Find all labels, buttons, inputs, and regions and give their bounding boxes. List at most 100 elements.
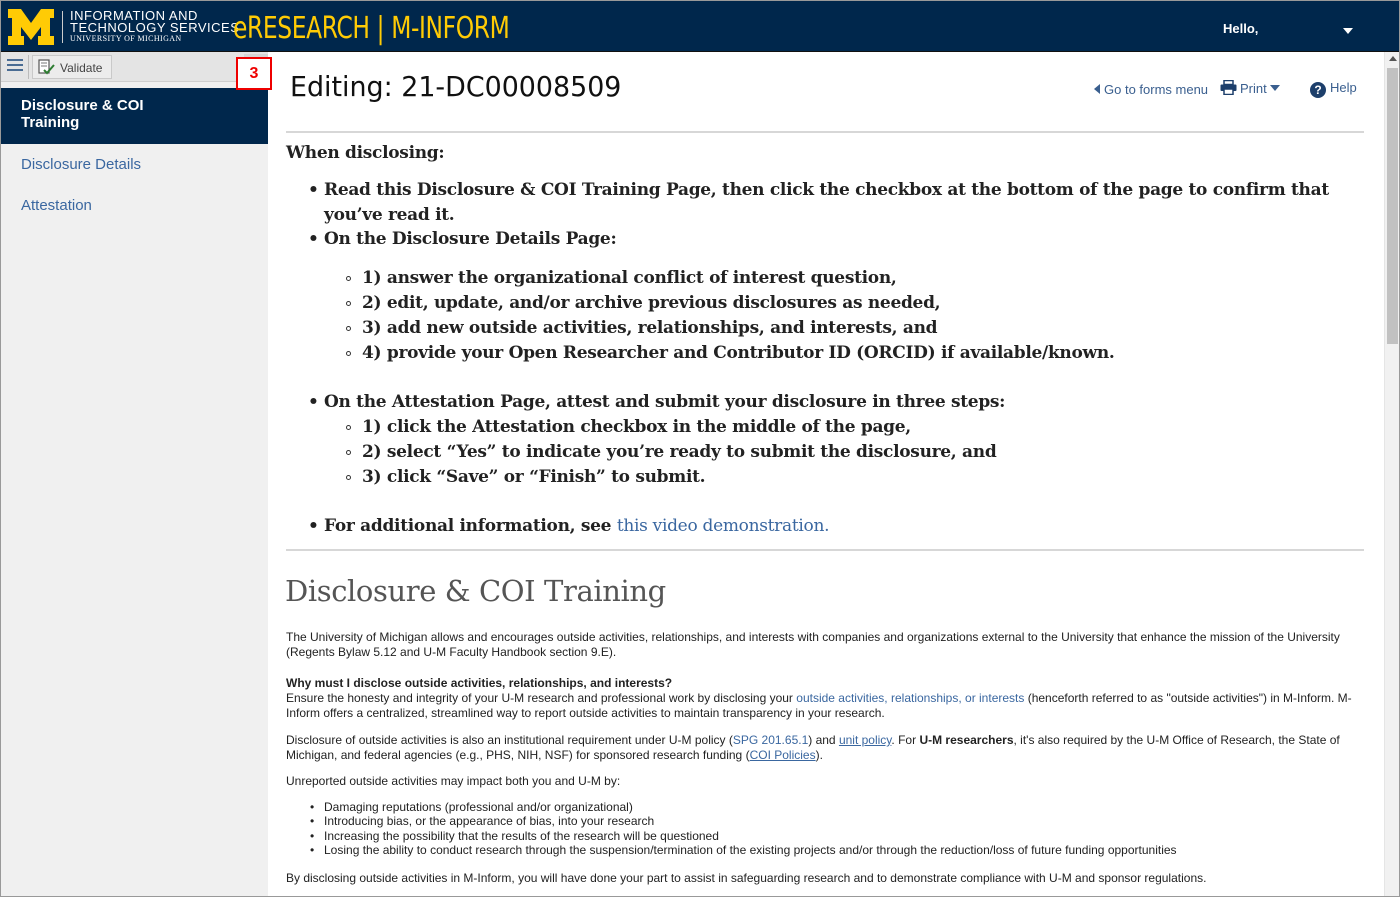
text: ). bbox=[815, 747, 823, 762]
help-label: Help bbox=[1330, 80, 1357, 95]
training-heading: Disclosure & COI Training bbox=[285, 574, 666, 608]
print-button[interactable]: Print bbox=[1220, 79, 1280, 96]
bullet-ring bbox=[346, 475, 351, 480]
instruction-text: On the Disclosure Details Page: bbox=[324, 229, 617, 249]
step-text: 2) select “Yes” to indicate you’re ready… bbox=[362, 442, 997, 462]
sidebar-toolbar: Validate « bbox=[1, 52, 269, 82]
attestation-step: 3) click “Save” or “Finish” to submit. bbox=[346, 465, 706, 490]
sidebar-item-label: Disclosure Details bbox=[21, 156, 142, 173]
bold-text: U-M researchers bbox=[919, 733, 1014, 747]
bullet-ring bbox=[346, 351, 351, 356]
coi-policies-link[interactable]: COI Policies bbox=[750, 748, 816, 762]
step-text: 3) click “Save” or “Finish” to submit. bbox=[362, 467, 706, 487]
details-step: 3) add new outside activities, relations… bbox=[346, 316, 938, 341]
toolbar-divider bbox=[28, 55, 29, 79]
training-paragraph: The University of Michigan allows and en… bbox=[286, 630, 1340, 659]
page-title: Editing: 21-DC00008509 bbox=[290, 70, 622, 103]
its-line-3: UNIVERSITY OF MICHIGAN bbox=[70, 34, 182, 43]
top-banner: INFORMATION AND TECHNOLOGY SERVICES UNIV… bbox=[0, 0, 1400, 52]
impact-list-item: • Introducing bias, or the appearance of … bbox=[310, 814, 655, 829]
bullet-dot: • bbox=[310, 800, 315, 814]
instruction-bullet: • On the Disclosure Details Page: bbox=[308, 227, 617, 252]
vertical-scrollbar[interactable] bbox=[1384, 52, 1400, 897]
instruction-bullet: • On the Attestation Page, attest and su… bbox=[308, 390, 1006, 415]
bullet-ring bbox=[346, 450, 351, 455]
scrollbar-thumb[interactable] bbox=[1387, 68, 1398, 344]
bullet-dot: • bbox=[308, 180, 319, 200]
bullet-dot: • bbox=[308, 516, 319, 536]
caret-left-icon bbox=[1094, 84, 1100, 94]
training-paragraph: Disclosure of outside activities is also… bbox=[286, 733, 1366, 762]
bullet-dot: • bbox=[310, 843, 315, 857]
go-to-forms-menu-link[interactable]: Go to forms menu bbox=[1094, 82, 1208, 97]
why-disclose-heading: Why must I disclose outside activities, … bbox=[286, 676, 673, 690]
impact-text: Losing the ability to conduct research t… bbox=[324, 843, 1177, 857]
text: Ensure the honesty and integrity of your… bbox=[286, 691, 797, 705]
instruction-bullet: • Read this Disclosure & COI Training Pa… bbox=[308, 178, 1364, 228]
validate-check-icon bbox=[38, 59, 55, 75]
instruction-text: Read this Disclosure & COI Training Page… bbox=[324, 180, 1329, 225]
step-text: 1) click the Attestation checkbox in the… bbox=[362, 417, 911, 437]
user-menu-caret-icon[interactable] bbox=[1343, 28, 1353, 34]
spg-policy-link[interactable]: SPG 201.65.1 bbox=[733, 733, 808, 747]
step-text: 4) provide your Open Researcher and Cont… bbox=[362, 343, 1115, 363]
sidebar-item-label: Disclosure & COI Training bbox=[21, 97, 144, 131]
validate-button[interactable]: Validate bbox=[32, 55, 112, 79]
outside-activities-link[interactable]: outside activities, relationships, or in… bbox=[796, 691, 1024, 705]
question-circle-icon: ? bbox=[1310, 82, 1326, 98]
go-forms-label: Go to forms menu bbox=[1104, 82, 1209, 97]
its-wordmark: INFORMATION AND TECHNOLOGY SERVICES UNIV… bbox=[70, 9, 240, 44]
attestation-step: 1) click the Attestation checkbox in the… bbox=[346, 415, 911, 440]
instruction-bullet: • For additional information, see this v… bbox=[308, 514, 830, 539]
details-step: 1) answer the organizational conflict of… bbox=[346, 266, 897, 291]
bullet-dot: • bbox=[308, 392, 319, 412]
bullet-dot: • bbox=[310, 829, 315, 843]
validate-label: Validate bbox=[60, 61, 103, 75]
scroll-up-arrow-icon[interactable] bbox=[1389, 56, 1397, 61]
details-step: 4) provide your Open Researcher and Cont… bbox=[346, 341, 1115, 366]
its-line-2: TECHNOLOGY SERVICES bbox=[70, 20, 240, 35]
training-paragraph: Ensure the honesty and integrity of your… bbox=[286, 691, 1366, 720]
instruction-text: On the Attestation Page, attest and subm… bbox=[324, 392, 1006, 412]
print-caret-icon bbox=[1269, 85, 1280, 91]
bullet-ring bbox=[346, 326, 351, 331]
instructions-heading: When disclosing: bbox=[286, 143, 445, 163]
step-number-badge: 3 bbox=[236, 57, 272, 90]
unit-policy-link[interactable]: unit policy bbox=[839, 733, 891, 747]
video-demonstration-link[interactable]: this video demonstration. bbox=[617, 516, 830, 536]
sidebar-item-disclosure-coi-training[interactable]: Disclosure & COI Training bbox=[1, 88, 269, 144]
text: Disclosure of outside activities is also… bbox=[286, 733, 733, 747]
logo-divider bbox=[62, 11, 63, 43]
help-button[interactable]: ? Help bbox=[1310, 80, 1357, 98]
impact-list-item: • Losing the ability to conduct research … bbox=[310, 843, 1177, 858]
app-title[interactable]: eRESEARCH | M-INFORM bbox=[233, 11, 510, 46]
step-text: 2) edit, update, and/or archive previous… bbox=[362, 293, 941, 313]
bullet-dot: • bbox=[308, 229, 319, 249]
divider bbox=[286, 131, 1364, 133]
print-label: Print bbox=[1240, 81, 1267, 96]
sidebar: Validate « Disclosure & COI Training Dis… bbox=[0, 52, 269, 897]
sidebar-item-attestation[interactable]: Attestation bbox=[1, 197, 269, 223]
training-paragraph: By disclosing outside activities in M-In… bbox=[286, 871, 1207, 885]
divider bbox=[286, 549, 1364, 551]
impact-list-item: • Increasing the possibility that the res… bbox=[310, 829, 719, 844]
impact-list-item: • Damaging reputations (professional and/… bbox=[310, 800, 633, 815]
sidebar-item-label: Attestation bbox=[21, 197, 92, 214]
impact-text: Increasing the possibility that the resu… bbox=[324, 829, 719, 843]
bullet-dot: • bbox=[310, 814, 315, 828]
text: ) and bbox=[808, 733, 839, 747]
hamburger-icon[interactable] bbox=[7, 59, 23, 73]
impact-text: Damaging reputations (professional and/o… bbox=[324, 800, 633, 814]
block-m-logo[interactable] bbox=[7, 8, 55, 46]
sidebar-item-disclosure-details[interactable]: Disclosure Details bbox=[1, 156, 269, 182]
details-step: 2) edit, update, and/or archive previous… bbox=[346, 291, 941, 316]
impact-text: Introducing bias, or the appearance of b… bbox=[324, 814, 655, 828]
user-greeting[interactable]: Hello, bbox=[1223, 21, 1258, 36]
printer-icon bbox=[1220, 79, 1237, 96]
bullet-ring bbox=[346, 425, 351, 430]
text: . For bbox=[891, 733, 920, 747]
step-text: 1) answer the organizational conflict of… bbox=[362, 268, 897, 288]
bullet-ring bbox=[346, 276, 351, 281]
main-content: Editing: 21-DC00008509 Go to forms menu … bbox=[268, 52, 1384, 897]
step-text: 3) add new outside activities, relations… bbox=[362, 318, 938, 338]
